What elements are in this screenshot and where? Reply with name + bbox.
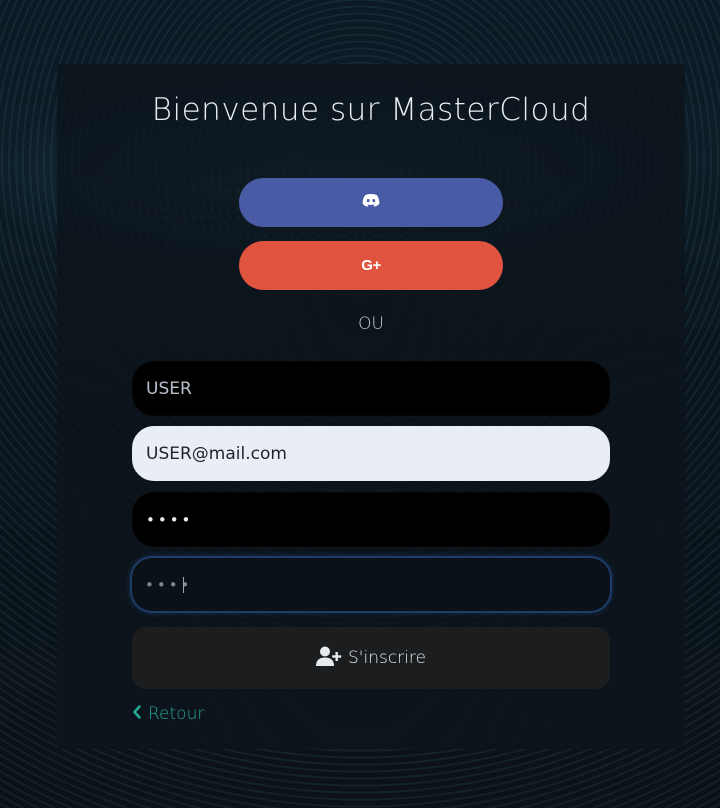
discord-icon — [362, 194, 380, 211]
back-link-label: Retour — [148, 704, 205, 724]
google-plus-icon: G+ — [361, 257, 381, 274]
google-login-button[interactable]: G+ — [239, 241, 503, 290]
text-cursor — [183, 577, 184, 593]
or-divider: OU — [358, 314, 384, 334]
signup-button[interactable]: S'inscrire — [132, 627, 610, 689]
signup-panel: Bienvenue sur MasterCloud G+ OU S'inscri… — [57, 64, 685, 749]
back-link[interactable]: Retour — [132, 704, 204, 724]
password-input[interactable] — [132, 492, 610, 547]
username-input[interactable] — [132, 361, 610, 416]
user-plus-icon — [316, 646, 342, 671]
signup-button-label: S'inscrire — [348, 648, 426, 668]
page-title: Bienvenue sur MasterCloud — [151, 92, 591, 128]
discord-login-button[interactable] — [239, 178, 503, 227]
email-input[interactable] — [132, 426, 610, 481]
chevron-left-icon — [132, 704, 142, 724]
confirm-password-input[interactable] — [130, 556, 612, 613]
